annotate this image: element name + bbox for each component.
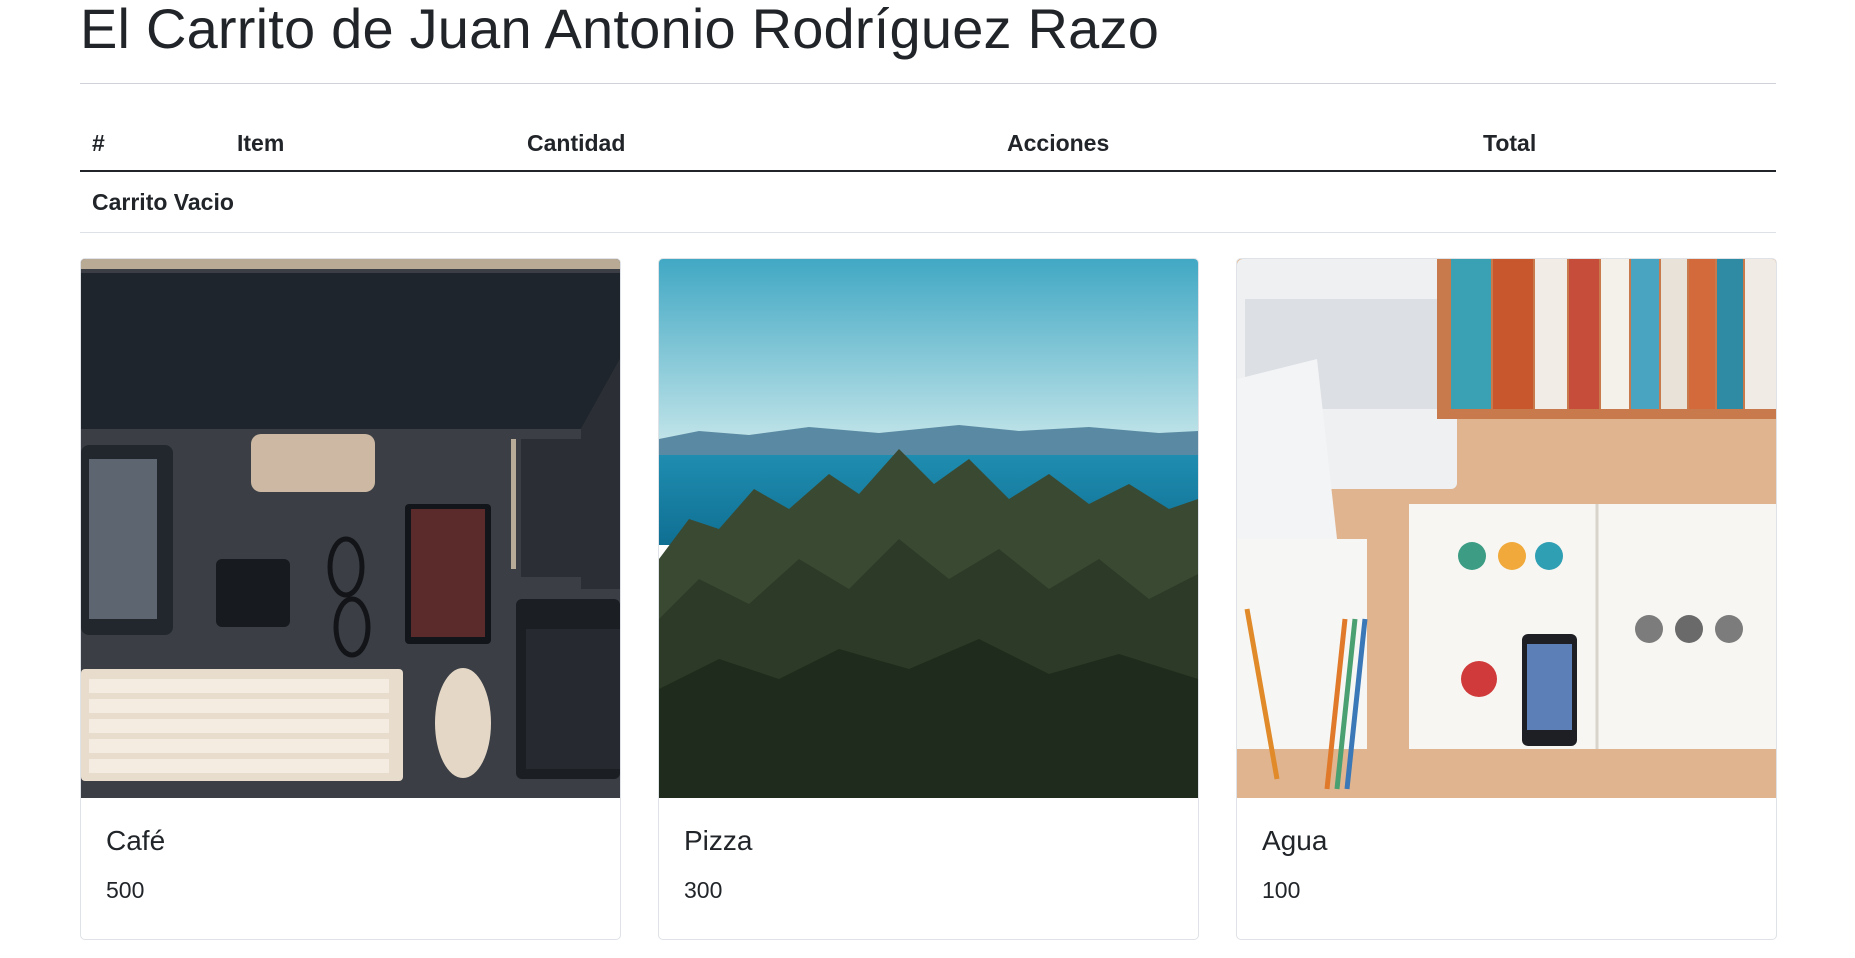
product-name: Café xyxy=(106,825,166,856)
product-grid: Café 500 Pizza 300 Agua 100 xyxy=(80,258,1777,958)
product-card-body: Café 500 xyxy=(81,798,620,904)
product-price: 100 xyxy=(1262,877,1301,903)
product-name: Agua xyxy=(1262,825,1328,856)
product-image-forest xyxy=(659,259,1198,798)
product-card[interactable]: Café 500 xyxy=(80,258,621,940)
header-total: Total xyxy=(1471,116,1776,172)
header-item: Item xyxy=(225,116,515,172)
product-price: 500 xyxy=(106,877,145,903)
page-title: El Carrito de Juan Antonio Rodríguez Raz… xyxy=(80,0,1160,60)
product-price: 300 xyxy=(684,877,723,903)
product-image-books xyxy=(1237,259,1776,798)
cart-empty-message: Carrito Vacio xyxy=(80,171,1776,233)
cart-header-row: # Item Cantidad Acciones Total xyxy=(80,116,1776,172)
title-divider xyxy=(80,83,1776,84)
product-card[interactable]: Pizza 300 xyxy=(658,258,1199,940)
product-card-body: Pizza 300 xyxy=(659,798,1198,904)
cart-empty-row: Carrito Vacio xyxy=(80,171,1776,233)
cart-table: # Item Cantidad Acciones Total Carrito V… xyxy=(80,116,1776,233)
header-actions: Acciones xyxy=(995,116,1471,172)
header-number: # xyxy=(80,116,225,172)
header-quantity: Cantidad xyxy=(515,116,995,172)
product-name: Pizza xyxy=(684,825,753,856)
product-card-body: Agua 100 xyxy=(1237,798,1776,904)
product-card[interactable]: Agua 100 xyxy=(1236,258,1777,940)
product-image-desk xyxy=(81,259,620,798)
